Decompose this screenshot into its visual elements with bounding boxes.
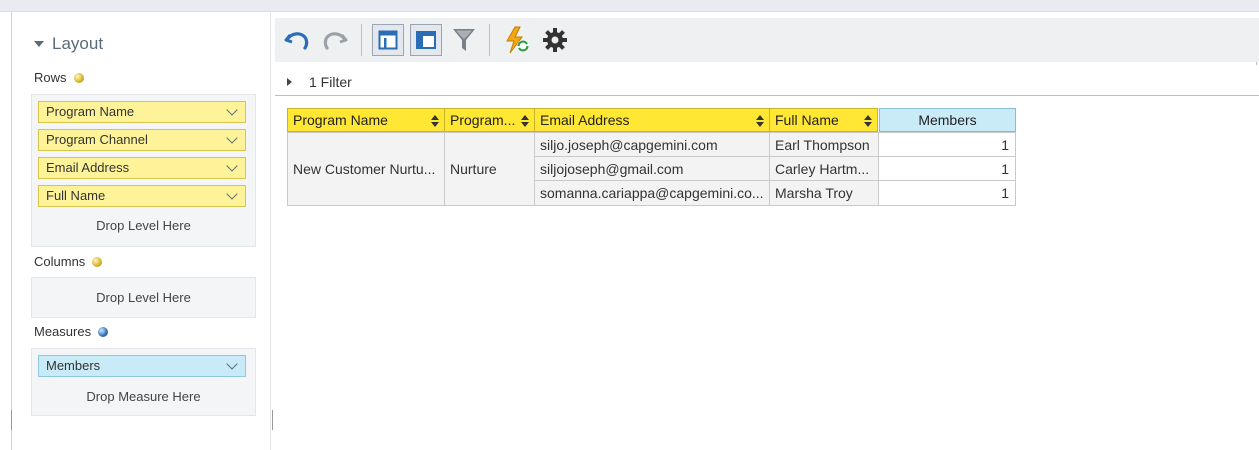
measures-drop-hint: Drop Measure Here (86, 389, 201, 404)
collapse-caret-icon[interactable] (34, 41, 44, 47)
compact-layout-button[interactable] (372, 24, 404, 56)
header-label: Email Address (540, 112, 630, 128)
cell-text: Carley Hartm... (775, 160, 870, 177)
row-field-email-address[interactable]: Email Address (38, 157, 246, 179)
columns-drop-zone[interactable]: Drop Level Here (31, 277, 256, 318)
sort-icon[interactable] (521, 115, 529, 127)
sort-icon[interactable] (431, 115, 439, 127)
chevron-down-icon[interactable] (226, 358, 238, 370)
header-program-name[interactable]: Program Name (287, 108, 445, 132)
cell-email: somanna.cariappa@capgemini.co... (534, 180, 770, 206)
tabular-layout-icon (416, 31, 436, 49)
expand-caret-icon[interactable] (287, 78, 292, 86)
header-label: Full Name (775, 112, 839, 128)
sort-icon[interactable] (756, 115, 764, 127)
rows-dimension-icon (73, 72, 84, 83)
cell-members: 1 (878, 156, 1016, 181)
rows-section-label: Rows (34, 70, 84, 85)
rows-label: Rows (34, 70, 67, 85)
cell-text: Earl Thompson (775, 136, 870, 153)
cell-email: siljojoseph@gmail.com (534, 156, 770, 181)
chevron-down-icon[interactable] (226, 104, 238, 116)
redo-icon (323, 32, 348, 50)
row-field-label: Program Name (46, 104, 135, 119)
header-label: Program Name (293, 112, 388, 128)
layout-panel: Layout Rows Program Name Program Channel… (11, 12, 271, 450)
measure-field-members[interactable]: Members (38, 355, 246, 377)
toolbar-separator (361, 24, 362, 56)
row-field-program-name[interactable]: Program Name (38, 101, 246, 123)
cell-full-name: Marsha Troy (769, 180, 879, 206)
chevron-down-icon[interactable] (226, 132, 238, 144)
columns-drop-hint: Drop Level Here (96, 290, 191, 305)
sort-icon[interactable] (864, 115, 872, 127)
measure-field-label: Members (46, 358, 101, 373)
row-field-full-name[interactable]: Full Name (38, 185, 246, 207)
cell-text: siljojoseph@gmail.com (540, 160, 684, 177)
cell-text: somanna.cariappa@capgemini.co... (540, 185, 764, 201)
cell-full-name: Carley Hartm... (769, 156, 879, 181)
settings-button[interactable] (539, 24, 571, 56)
compact-layout-icon (378, 30, 398, 50)
chevron-down-icon[interactable] (226, 160, 238, 172)
cell-text: Marsha Troy (775, 185, 853, 201)
measures-drop-zone[interactable]: Members Drop Measure Here (31, 348, 256, 416)
cell-email: siljo.joseph@capgemini.com (534, 132, 770, 157)
chevron-down-icon[interactable] (226, 188, 238, 200)
rows-drop-zone[interactable]: Program Name Program Channel Email Addre… (31, 94, 256, 247)
header-email-address[interactable]: Email Address (534, 108, 770, 132)
header-full-name[interactable]: Full Name (769, 108, 878, 132)
row-field-label: Full Name (46, 188, 106, 203)
row-field-label: Program Channel (46, 132, 148, 147)
measures-section-label: Measures (34, 324, 109, 339)
filter-label[interactable]: 1 Filter (309, 74, 352, 90)
toolbar-separator (489, 24, 490, 56)
refresh-data-icon (506, 26, 529, 54)
panel-splitter[interactable] (272, 410, 273, 430)
cell-text: Nurture (450, 161, 497, 177)
columns-label: Columns (34, 254, 86, 269)
filter-icon (453, 29, 475, 51)
row-field-program-channel[interactable]: Program Channel (38, 129, 246, 151)
header-label: Program... (450, 112, 516, 128)
undo-icon (284, 32, 309, 50)
measures-icon (98, 326, 109, 337)
cell-program-channel: Nurture (444, 132, 535, 206)
layout-header[interactable]: Layout (34, 34, 103, 54)
redo-button[interactable] (319, 24, 351, 56)
panel-splitter[interactable] (11, 410, 12, 430)
row-field-label: Email Address (46, 160, 130, 175)
header-program-channel[interactable]: Program... (444, 108, 535, 132)
columns-section-label: Columns (34, 254, 103, 269)
cell-members: 1 (878, 132, 1016, 157)
filter-toggle[interactable]: 1 Filter (287, 74, 352, 90)
cell-text: siljo.joseph@capgemini.com (540, 136, 718, 153)
top-strip (0, 0, 1259, 12)
columns-dimension-icon (92, 256, 103, 267)
settings-icon (543, 28, 567, 52)
cell-full-name: Earl Thompson (769, 132, 879, 157)
rows-drop-hint: Drop Level Here (96, 218, 191, 233)
cell-members: 1 (878, 180, 1016, 206)
undo-button[interactable] (281, 24, 313, 56)
layout-title: Layout (52, 34, 104, 53)
tabular-layout-button[interactable] (410, 24, 442, 56)
filter-divider (275, 95, 1259, 96)
toolbar (275, 18, 1259, 62)
cell-text: New Customer Nurtu... (293, 161, 436, 177)
header-members[interactable]: Members (879, 108, 1016, 132)
filter-button[interactable] (448, 24, 480, 56)
refresh-data-button[interactable] (501, 24, 533, 56)
cell-program-name: New Customer Nurtu... (287, 132, 445, 206)
measures-label: Measures (34, 324, 92, 339)
